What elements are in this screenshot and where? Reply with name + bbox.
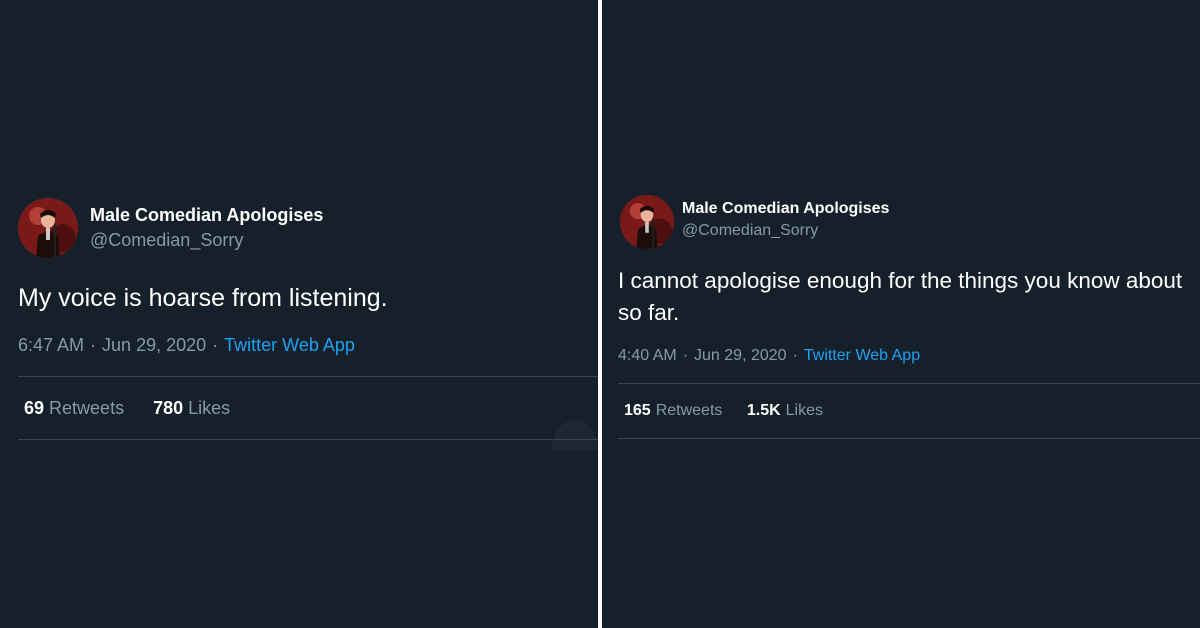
divider — [618, 438, 1200, 439]
retweets-label: Retweets — [49, 398, 125, 418]
tweet-meta: 6:47 AM · Jun 29, 2020 · Twitter Web App — [18, 335, 355, 356]
tweet-source-link[interactable]: Twitter Web App — [804, 347, 920, 364]
tweet-text: My voice is hoarse from listening. — [18, 284, 388, 312]
meta-separator: · — [212, 335, 219, 355]
collage-canvas: Male Comedian Apologises @Comedian_Sorry… — [0, 0, 1200, 628]
tweet-panel-right: Male Comedian Apologises @Comedian_Sorry… — [602, 0, 1200, 628]
meta-separator: · — [792, 347, 798, 364]
retweets-count: 69 — [24, 398, 45, 418]
likes-label: Likes — [188, 398, 231, 418]
meta-separator: · — [682, 347, 689, 364]
avatar-photo-icon — [18, 198, 78, 258]
avatar-photo-icon — [620, 195, 674, 249]
divider — [18, 376, 598, 377]
user-handle[interactable]: @Comedian_Sorry — [682, 222, 818, 240]
display-name[interactable]: Male Comedian Apologises — [90, 205, 323, 226]
likes-count: 780 — [153, 398, 184, 418]
tweet-date[interactable]: Jun 29, 2020 — [694, 347, 787, 364]
likes-count: 1.5K — [746, 402, 781, 419]
partial-overlay-shape — [552, 420, 598, 450]
user-handle[interactable]: @Comedian_Sorry — [90, 230, 243, 251]
tweet-meta: 4:40 AM · Jun 29, 2020 · Twitter Web App — [618, 347, 920, 365]
retweets-count: 165 — [624, 402, 651, 419]
tweet-time[interactable]: 6:47 AM — [18, 335, 84, 355]
likes-label: Likes — [785, 402, 824, 419]
meta-separator: · — [90, 335, 97, 355]
tweet-date[interactable]: Jun 29, 2020 — [102, 335, 206, 355]
likes-stat[interactable]: 780 Likes — [153, 398, 230, 419]
tweet-text: I cannot apologise enough for the things… — [618, 268, 1183, 325]
likes-stat[interactable]: 1.5K Likes — [747, 402, 823, 420]
avatar[interactable] — [18, 198, 78, 258]
tweet-stats: 165 Retweets 1.5K Likes — [624, 402, 823, 420]
retweets-stat[interactable]: 165 Retweets — [624, 402, 722, 420]
tweet-panel-left: Male Comedian Apologises @Comedian_Sorry… — [0, 0, 598, 628]
display-name[interactable]: Male Comedian Apologises — [682, 200, 889, 218]
avatar[interactable] — [620, 195, 674, 249]
divider — [618, 383, 1200, 384]
retweets-stat[interactable]: 69 Retweets — [24, 398, 124, 419]
retweets-label: Retweets — [655, 402, 723, 419]
divider — [18, 439, 598, 440]
tweet-time[interactable]: 4:40 AM — [618, 347, 677, 364]
tweet-stats: 69 Retweets 780 Likes — [24, 398, 230, 419]
tweet-source-link[interactable]: Twitter Web App — [224, 335, 355, 355]
